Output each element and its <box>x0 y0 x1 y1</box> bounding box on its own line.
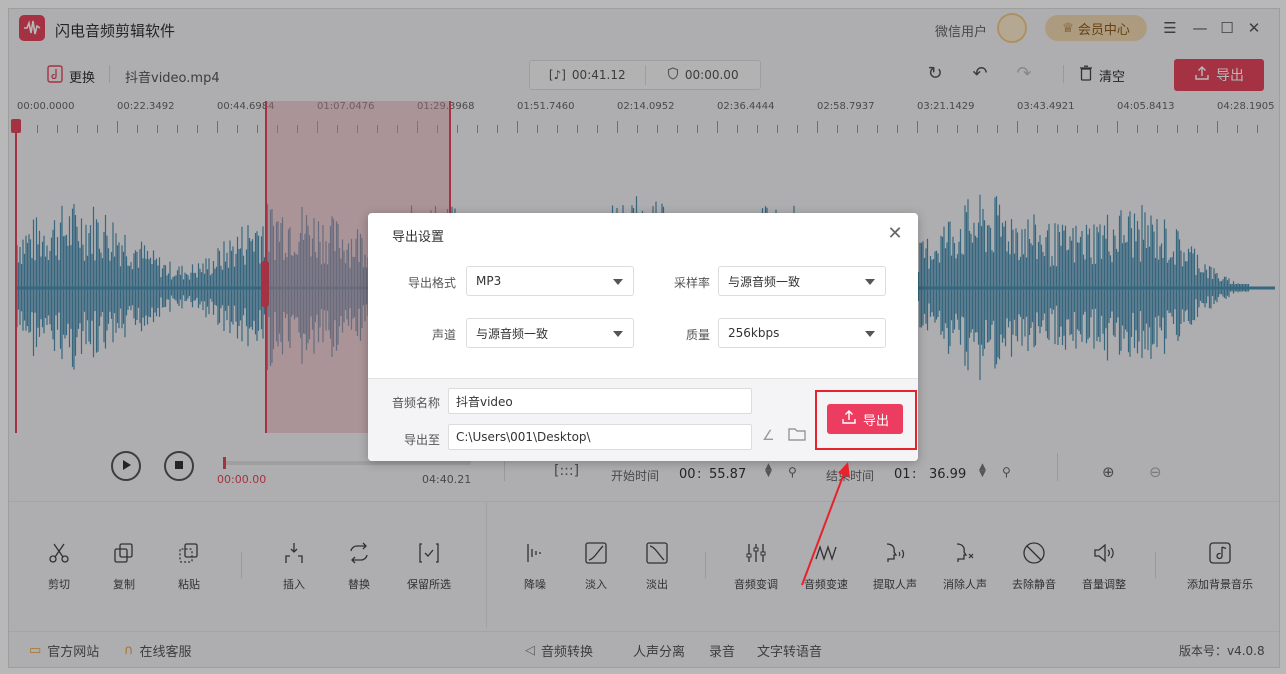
quality-select[interactable]: 256kbps <box>718 318 886 348</box>
channel-label: 声道 <box>431 328 456 342</box>
format-value: MP3 <box>476 274 502 288</box>
name-label: 音频名称 <box>391 396 440 410</box>
audio-name-input[interactable]: 抖音video <box>448 388 752 414</box>
quality-label: 质量 <box>685 328 710 342</box>
annotation-arrow <box>801 462 850 586</box>
chevron-down-icon <box>613 331 623 337</box>
highlight-box <box>815 390 917 450</box>
chevron-down-icon <box>865 331 875 337</box>
chevron-down-icon <box>865 279 875 285</box>
channel-value: 与源音频一致 <box>476 326 549 341</box>
dialog-title: 导出设置 <box>392 230 445 245</box>
path-label: 导出至 <box>403 433 440 447</box>
samplerate-value: 与源音频一致 <box>728 274 801 289</box>
dialog-close-icon[interactable]: ✕ <box>884 223 906 245</box>
chevron-down-icon <box>613 279 623 285</box>
export-path-input[interactable]: C:\Users\001\Desktop\ <box>448 424 752 450</box>
edit-path-icon[interactable]: ∠ <box>762 428 775 444</box>
channel-select[interactable]: 与源音频一致 <box>466 318 634 348</box>
format-label: 导出格式 <box>407 276 456 290</box>
format-select[interactable]: MP3 <box>466 266 634 296</box>
quality-value: 256kbps <box>728 326 780 340</box>
samplerate-label: 采样率 <box>673 276 710 290</box>
samplerate-select[interactable]: 与源音频一致 <box>718 266 886 296</box>
folder-icon[interactable] <box>788 427 806 444</box>
